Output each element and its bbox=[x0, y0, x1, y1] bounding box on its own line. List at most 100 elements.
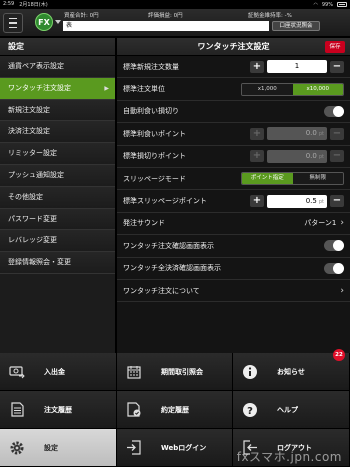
qty-row: 標準新規注文数量 + 1 − bbox=[117, 56, 350, 79]
sidebar-item-label: 決済注文設定 bbox=[8, 127, 50, 136]
slip-pt-stepper: + 0.5 pt − bbox=[250, 194, 344, 208]
execution-history-label: 約定履歴 bbox=[161, 405, 189, 414]
page-title: ワンタッチ注文設定 保存 bbox=[117, 38, 350, 56]
watermark: fxスマホ.jpn.com bbox=[236, 450, 342, 464]
slip-mode-unlimited[interactable]: 無制限 bbox=[292, 173, 343, 185]
sound-row[interactable]: 発注サウンド パターン1 › bbox=[117, 213, 350, 236]
tp-row: 標準利食いポイント + 0.0 pt − bbox=[117, 123, 350, 146]
confirm-new-row: ワンタッチ注文確認画面表示 bbox=[117, 235, 350, 258]
web-login-icon bbox=[125, 439, 143, 457]
slip-mode-row: スリッページモード ポイント指定 無制限 bbox=[117, 168, 350, 191]
document-icon bbox=[8, 401, 26, 419]
sidebar-item-label: パスワード変更 bbox=[8, 214, 57, 223]
app-header: FX 資産合計: 0円 評価損益: 0円 証拠金維持率: -% 表 口座状況照会 bbox=[0, 9, 350, 37]
chevron-right-icon: › bbox=[340, 218, 344, 229]
sound-value: パターン1 bbox=[304, 219, 337, 228]
sl-row: 標準損切りポイント + 0.0 pt − bbox=[117, 146, 350, 168]
sidebar-item-currency-pair[interactable]: 通貨ペア表示設定 bbox=[0, 56, 115, 78]
order-history-button[interactable]: 注文履歴 bbox=[0, 391, 117, 429]
sidebar-item-limiter[interactable]: リミッター設定 bbox=[0, 143, 115, 165]
unit-row: 標準注文単位 x1,000 x10,000 bbox=[117, 78, 350, 101]
confirm-close-toggle[interactable] bbox=[324, 262, 344, 274]
sl-stepper: + 0.0 pt − bbox=[250, 149, 344, 163]
sl-label: 標準損切りポイント bbox=[123, 152, 186, 161]
qty-label: 標準新規注文数量 bbox=[123, 62, 179, 71]
confirm-new-label: ワンタッチ注文確認画面表示 bbox=[123, 241, 214, 250]
sidebar-item-push[interactable]: プッシュ通知設定 bbox=[0, 164, 115, 187]
execution-history-button[interactable]: 約定履歴 bbox=[117, 391, 233, 429]
unit-option-10000[interactable]: x10,000 bbox=[292, 83, 343, 95]
document-check-icon bbox=[125, 401, 143, 419]
sl-minus-button[interactable]: − bbox=[330, 150, 344, 163]
deposit-button[interactable]: 入出金 bbox=[0, 353, 117, 391]
gear-icon bbox=[8, 439, 26, 457]
slip-mode-label: スリッページモード bbox=[123, 174, 186, 183]
sidebar-item-leverage[interactable]: レバレッジ変更 bbox=[0, 230, 115, 253]
confirm-new-toggle[interactable] bbox=[324, 240, 344, 252]
chevron-right-icon: › bbox=[340, 285, 344, 296]
tp-input[interactable]: 0.0 pt bbox=[267, 127, 327, 141]
sidebar-item-registration[interactable]: 登録情報照会・変更 bbox=[0, 252, 115, 274]
sidebar-item-label: プッシュ通知設定 bbox=[8, 170, 64, 179]
info-icon bbox=[241, 363, 259, 381]
help-label: ヘルプ bbox=[277, 405, 298, 414]
web-login-button[interactable]: Webログイン bbox=[117, 429, 233, 467]
confirm-close-label: ワンタッチ全決済確認画面表示 bbox=[123, 264, 221, 273]
settings-button[interactable]: 設定 bbox=[0, 429, 117, 467]
svg-text:?: ? bbox=[247, 406, 253, 417]
sidebar-item-label: 登録情報照会・変更 bbox=[8, 258, 71, 267]
sidebar-item-other[interactable]: その他設定 bbox=[0, 186, 115, 209]
order-history-label: 注文履歴 bbox=[44, 405, 72, 414]
slip-pt-input[interactable]: 0.5 pt bbox=[267, 194, 327, 208]
auto-toggle[interactable] bbox=[324, 105, 344, 117]
tp-plus-button[interactable]: + bbox=[250, 127, 264, 140]
slip-mode-points[interactable]: ポイント指定 bbox=[242, 173, 293, 185]
help-button[interactable]: ? ヘルプ bbox=[233, 391, 350, 429]
tp-unit: pt bbox=[318, 131, 324, 138]
sidebar-item-new-order[interactable]: 新規注文設定 bbox=[0, 99, 115, 122]
save-button[interactable]: 保存 bbox=[325, 41, 345, 53]
qty-input[interactable]: 1 bbox=[267, 60, 327, 74]
settings-sidebar: 設定 通貨ペア表示設定 ワンタッチ注文設定 ▶ 新規注文設定 決済注文設定 リミッ… bbox=[0, 38, 116, 353]
margin-ratio: 証拠金維持率: -% bbox=[248, 13, 292, 19]
slip-pt-label: 標準スリッページポイント bbox=[123, 197, 207, 206]
sidebar-item-label: リミッター設定 bbox=[8, 149, 57, 158]
period-history-button[interactable]: 期間取引照会 bbox=[117, 353, 233, 391]
sidebar-title: 設定 bbox=[0, 38, 115, 56]
slip-pt-plus-button[interactable]: + bbox=[250, 195, 264, 208]
sl-input[interactable]: 0.0 pt bbox=[267, 149, 327, 163]
page-title-text: ワンタッチ注文設定 bbox=[197, 42, 270, 51]
qty-minus-button[interactable]: − bbox=[330, 60, 344, 73]
sidebar-item-label: 新規注文設定 bbox=[8, 105, 50, 114]
slip-pt-minus-button[interactable]: − bbox=[330, 195, 344, 208]
notices-button[interactable]: お知らせ 22 bbox=[233, 349, 350, 391]
sidebar-item-close-order[interactable]: 決済注文設定 bbox=[0, 121, 115, 144]
notification-badge: 22 bbox=[333, 349, 345, 361]
sidebar-item-password[interactable]: パスワード変更 bbox=[0, 208, 115, 231]
account-status-button[interactable]: 口座状況照会 bbox=[272, 21, 320, 31]
about-label: ワンタッチ注文について bbox=[123, 286, 200, 295]
tp-label: 標準利食いポイント bbox=[123, 129, 186, 138]
sidebar-item-label: ワンタッチ注文設定 bbox=[8, 83, 71, 92]
battery-icon bbox=[337, 2, 347, 7]
sidebar-item-one-touch[interactable]: ワンタッチ注文設定 ▶ bbox=[0, 77, 115, 100]
sound-label: 発注サウンド bbox=[123, 219, 165, 228]
web-login-label: Webログイン bbox=[161, 443, 207, 452]
account-field[interactable]: 表 bbox=[63, 21, 269, 31]
unit-label: 標準注文単位 bbox=[123, 85, 165, 94]
menu-icon[interactable] bbox=[3, 13, 23, 33]
settings-label: 設定 bbox=[44, 443, 58, 452]
unit-option-1000[interactable]: x1,000 bbox=[242, 83, 293, 95]
fx-logo[interactable]: FX bbox=[35, 13, 53, 31]
sl-plus-button[interactable]: + bbox=[250, 150, 264, 163]
tp-stepper: + 0.0 pt − bbox=[250, 127, 344, 141]
confirm-close-row: ワンタッチ全決済確認画面表示 bbox=[117, 258, 350, 280]
chevron-down-icon[interactable] bbox=[55, 20, 61, 24]
tp-minus-button[interactable]: − bbox=[330, 127, 344, 140]
slip-pt-unit: pt bbox=[318, 198, 324, 205]
money-transfer-icon bbox=[8, 363, 26, 381]
period-history-label: 期間取引照会 bbox=[161, 367, 203, 376]
about-row[interactable]: ワンタッチ注文について › bbox=[117, 280, 350, 303]
qty-plus-button[interactable]: + bbox=[250, 60, 264, 73]
deposit-label: 入出金 bbox=[44, 367, 65, 376]
